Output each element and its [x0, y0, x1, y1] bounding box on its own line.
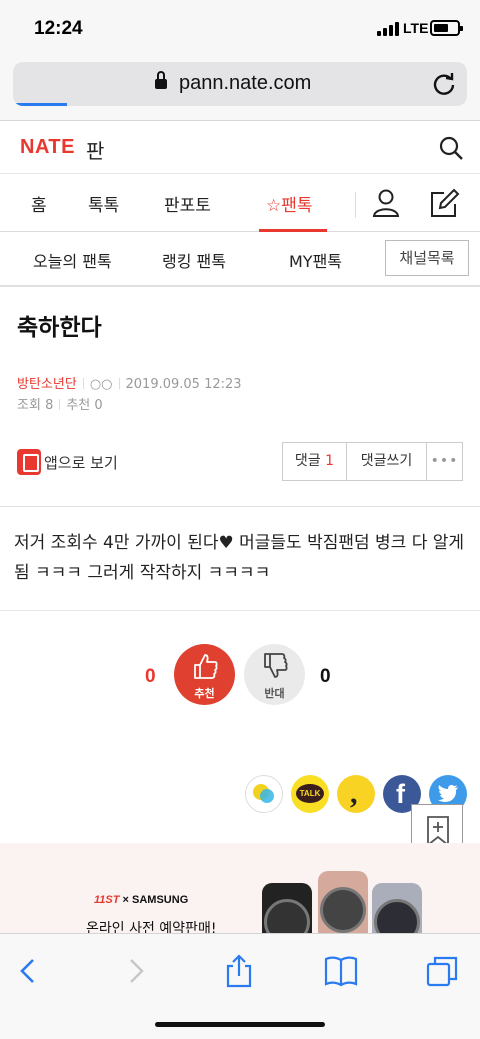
- app-view-label: 앱으로 보기: [44, 454, 118, 472]
- comments-button[interactable]: 댓글 1: [283, 443, 347, 480]
- nav-toktok[interactable]: 톡톡: [88, 191, 119, 216]
- watch-image: [318, 871, 368, 933]
- url-text: pann.nate.com: [179, 72, 312, 94]
- write-comment-button[interactable]: 댓글쓰기: [347, 443, 427, 480]
- nate-logo[interactable]: NATE: [20, 136, 75, 159]
- status-time: 12:24: [34, 18, 83, 39]
- upvote-button[interactable]: 추천: [174, 644, 235, 705]
- nav-fantalk-label: 팬톡: [281, 196, 313, 216]
- subnav-ranking[interactable]: 랭킹 팬톡: [162, 248, 226, 272]
- kakaostory-glyph: ,: [350, 777, 358, 810]
- downvote-count: 0: [320, 666, 331, 687]
- sub-nav: 오늘의 팬톡 랭킹 팬톡 MY팬톡 채널목록: [0, 232, 480, 287]
- post-meta: 방탄소년단 ○○ 2019.09.05 12:23: [17, 373, 242, 392]
- comment-actions: 댓글 1 댓글쓰기 •••: [282, 442, 463, 481]
- ad-banner[interactable]: 11ST × SAMSUNG 온라인 사전 예약판매!: [0, 843, 480, 933]
- subnav-my[interactable]: MY팬톡: [289, 248, 342, 272]
- downvote-label: 반대: [264, 687, 285, 700]
- recommend-count: 0: [94, 398, 103, 413]
- section-title[interactable]: 판: [86, 135, 104, 164]
- thumbs-up-icon: [194, 654, 218, 679]
- post-title: 축하한다: [17, 315, 102, 341]
- author-extra: ○○: [89, 377, 113, 392]
- ad-brand-11st: 11ST: [94, 894, 120, 906]
- lock-icon: [155, 71, 167, 90]
- back-icon[interactable]: [12, 954, 46, 988]
- post-datetime: 2019.09.05 12:23: [125, 377, 242, 392]
- post-body: 저거 조회수 4만 가까이 된다♥ 머글들도 박짐팬덤 병크 다 알게 됨 ㅋㅋ…: [14, 533, 465, 583]
- app-icon: [17, 449, 41, 475]
- post-author[interactable]: 방탄소년단: [17, 377, 77, 392]
- nav-fantalk[interactable]: ☆팬톡: [266, 191, 313, 216]
- battery-icon: [430, 20, 463, 36]
- post-stats: 조회 8 추천 0: [17, 394, 103, 413]
- bookmarks-icon[interactable]: [324, 954, 358, 988]
- share-band-icon[interactable]: [245, 775, 283, 813]
- address-bar[interactable]: pann.nate.com: [13, 62, 467, 106]
- subnav-today[interactable]: 오늘의 팬톡: [33, 248, 112, 272]
- signal-icon: [377, 22, 401, 36]
- recommend-label: 추천: [66, 398, 91, 413]
- divider: [0, 610, 480, 611]
- kakaotalk-label: TALK: [296, 784, 324, 803]
- comments-count: 1: [325, 453, 335, 469]
- views-count: 8: [45, 398, 54, 413]
- browser-address-area: pann.nate.com: [0, 56, 480, 121]
- page-load-progress: [13, 103, 67, 106]
- ad-brand: 11ST × SAMSUNG: [94, 894, 188, 906]
- nav-panphoto[interactable]: 판포토: [164, 191, 211, 216]
- forward-icon[interactable]: [118, 954, 152, 988]
- thumbs-down-icon: [264, 653, 288, 678]
- divider: [0, 506, 480, 507]
- facebook-glyph: f: [396, 779, 405, 809]
- nav-home[interactable]: 홈: [31, 191, 47, 216]
- network-type: LTE: [403, 20, 429, 36]
- ad-brand-samsung: × SAMSUNG: [122, 894, 189, 906]
- watch-image: [262, 883, 312, 933]
- twitter-bird-icon: [438, 785, 458, 802]
- search-icon[interactable]: [438, 135, 464, 161]
- more-button[interactable]: •••: [427, 443, 462, 480]
- ad-text: 온라인 사전 예약판매!: [86, 921, 217, 933]
- write-icon[interactable]: [428, 188, 460, 220]
- site-header: NATE 판: [0, 121, 480, 174]
- user-icon[interactable]: [372, 188, 400, 218]
- nav-divider: [355, 192, 356, 218]
- status-bar: 12:24 LTE: [0, 0, 480, 56]
- tabs-icon[interactable]: [425, 954, 459, 988]
- downvote-button[interactable]: 반대: [244, 644, 305, 705]
- upvote-label: 추천: [194, 687, 215, 700]
- home-indicator: [155, 1022, 325, 1027]
- main-nav: 홈 톡톡 판포토 ☆팬톡: [0, 174, 480, 232]
- share-kakaostory-icon[interactable]: ,: [337, 775, 375, 813]
- share-kakaotalk-icon[interactable]: TALK: [291, 775, 329, 813]
- comments-label: 댓글: [294, 453, 321, 469]
- watch-image: [372, 883, 422, 933]
- upvote-count: 0: [145, 666, 156, 687]
- share-icon[interactable]: [222, 954, 256, 988]
- star-icon: ☆: [266, 196, 282, 216]
- views-label: 조회: [17, 398, 41, 413]
- channel-list-button[interactable]: 채널목록: [385, 240, 469, 276]
- reload-icon[interactable]: [431, 71, 457, 97]
